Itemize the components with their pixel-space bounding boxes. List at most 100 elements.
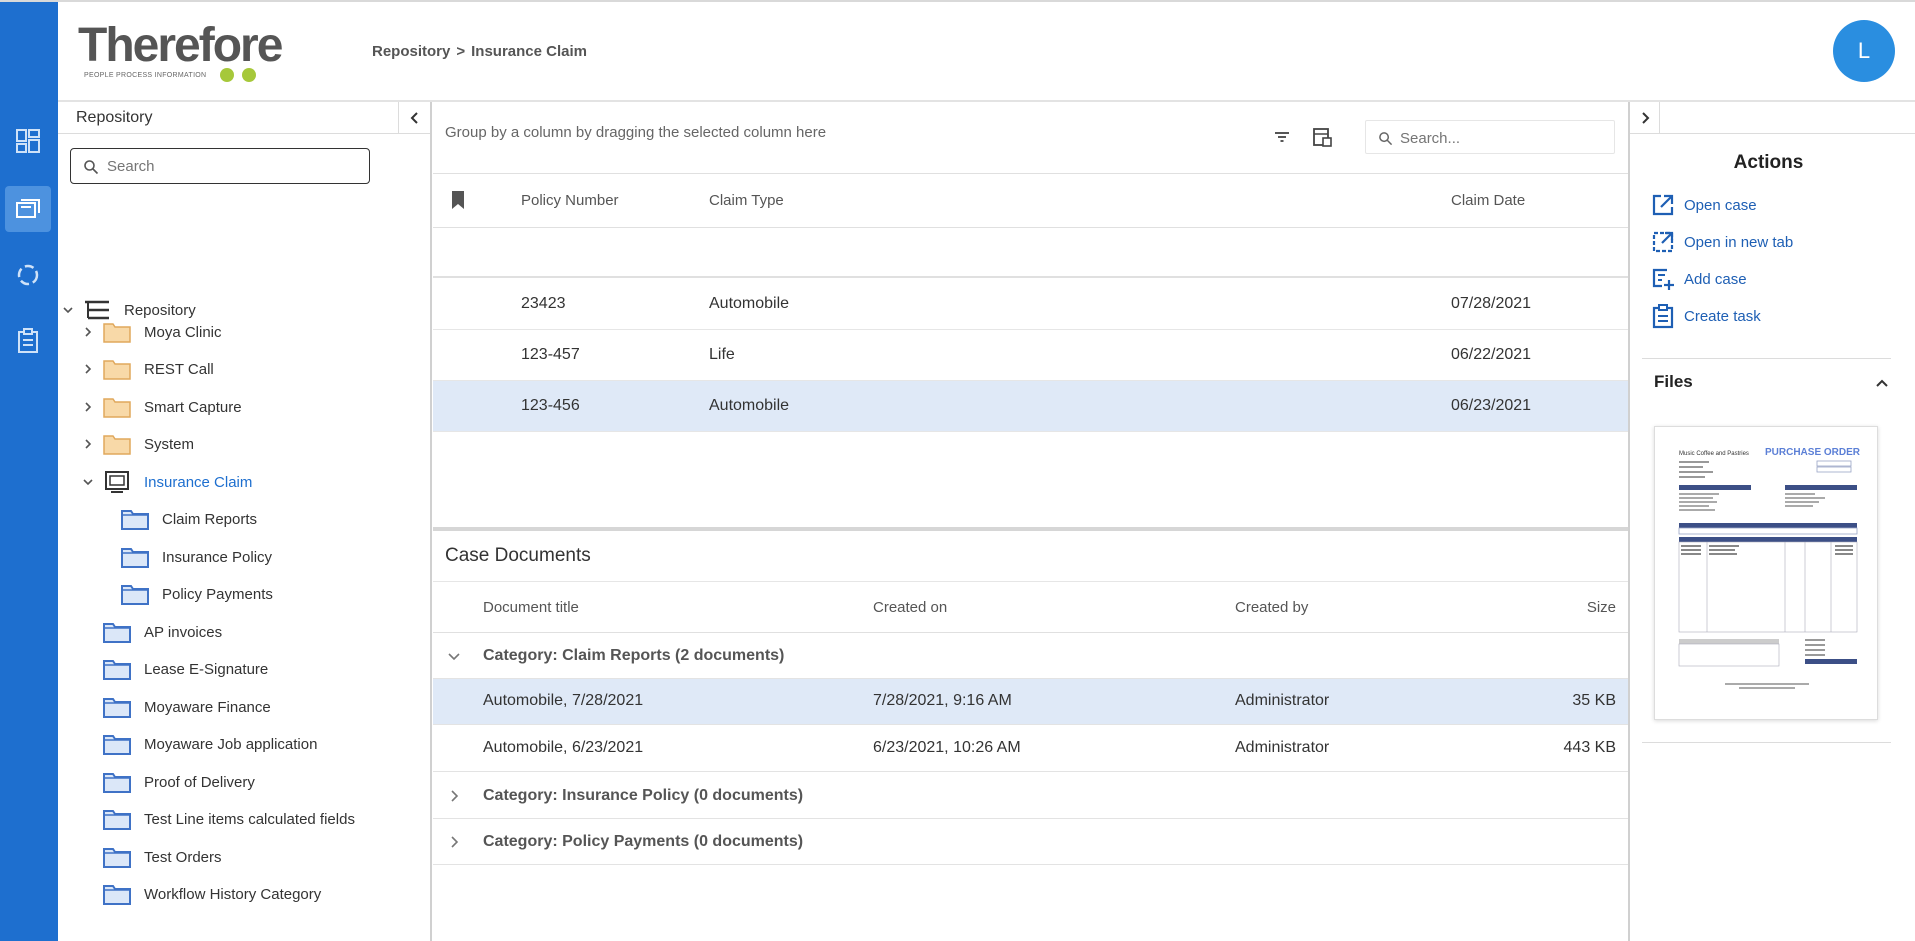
filter-icon[interactable] bbox=[1269, 124, 1295, 150]
category-folder-icon bbox=[121, 510, 149, 530]
divider bbox=[1642, 742, 1891, 743]
tree-item-insurance-claim[interactable]: Insurance Claim bbox=[78, 467, 252, 497]
category-folder-icon bbox=[103, 698, 131, 718]
tree-item-label: Test Orders bbox=[144, 848, 222, 866]
policy-number-cell: 123-456 bbox=[521, 397, 580, 414]
tasks-icon[interactable] bbox=[5, 318, 51, 364]
tree-item-label: Workflow History Category bbox=[144, 885, 322, 903]
add-case-button[interactable]: Add case bbox=[1650, 264, 1747, 294]
tree-item-moya-clinic[interactable]: Moya Clinic bbox=[78, 317, 222, 347]
details-panel: Actions Open case Open in new tab Add ca… bbox=[1628, 102, 1915, 941]
category-folder-icon bbox=[103, 810, 131, 830]
tree-item-label: Claim Reports bbox=[162, 510, 258, 528]
chevron-right-icon[interactable] bbox=[445, 833, 463, 851]
repository-icon[interactable] bbox=[5, 186, 51, 232]
tree-item-moyaware-job-application[interactable]: Moyaware Job application bbox=[102, 729, 317, 759]
tree-item-system[interactable]: System bbox=[78, 429, 194, 459]
document-title-cell: Automobile, 6/23/2021 bbox=[483, 739, 644, 756]
dashboard-icon[interactable] bbox=[5, 118, 51, 164]
divider bbox=[1642, 358, 1891, 359]
category-folder-icon bbox=[103, 885, 131, 905]
case-row[interactable]: 23423 Automobile 07/28/2021 bbox=[433, 279, 1628, 330]
tree-item-workflow-history-category[interactable]: Workflow History Category bbox=[102, 879, 321, 909]
tree-item-test-orders[interactable]: Test Orders bbox=[102, 842, 222, 872]
case-icon bbox=[105, 471, 129, 493]
breadcrumb-repository[interactable]: Repository bbox=[372, 43, 450, 60]
tree-item-moyaware-finance[interactable]: Moyaware Finance bbox=[102, 692, 271, 722]
case-row[interactable]: 123-457 Life 06/22/2021 bbox=[433, 330, 1628, 381]
folder-icon bbox=[103, 360, 131, 380]
column-document-title[interactable]: Document title bbox=[483, 599, 579, 616]
size-cell: 35 KB bbox=[1572, 692, 1616, 709]
column-policy-number[interactable]: Policy Number bbox=[521, 192, 619, 209]
column-chooser-icon[interactable] bbox=[1309, 124, 1335, 150]
tree-item-test-line-items-calculated-fields[interactable]: Test Line items calculated fields bbox=[102, 804, 355, 834]
group-by-hint[interactable]: Group by a column by dragging the select… bbox=[445, 124, 826, 141]
chevron-down-icon[interactable] bbox=[445, 647, 463, 665]
column-size[interactable]: Size bbox=[1587, 599, 1616, 616]
open-case-button[interactable]: Open case bbox=[1650, 190, 1757, 220]
create-task-button[interactable]: Create task bbox=[1650, 301, 1761, 331]
tree-item-label: Lease E-Signature bbox=[144, 660, 269, 678]
chevron-right-icon bbox=[1641, 111, 1649, 124]
category-folder-icon bbox=[103, 848, 131, 868]
preview-company: Music Coffee and Pastries bbox=[1679, 451, 1749, 457]
grid-search-field[interactable] bbox=[1365, 120, 1615, 154]
grid-filter-row[interactable] bbox=[433, 228, 1628, 278]
document-row[interactable]: Automobile, 6/23/2021 6/23/2021, 10:26 AM… bbox=[433, 726, 1628, 772]
bookmark-icon[interactable] bbox=[451, 190, 465, 214]
chevron-right-icon[interactable] bbox=[78, 359, 98, 379]
tree-item-smart-capture[interactable]: Smart Capture bbox=[78, 392, 242, 422]
tree-item-ap-invoices[interactable]: AP invoices bbox=[102, 617, 222, 647]
column-claim-date[interactable]: Claim Date bbox=[1451, 192, 1525, 209]
file-preview-thumbnail[interactable]: Music Coffee and Pastries PURCHASE ORDER bbox=[1654, 426, 1878, 720]
app-window: Therefore PEOPLE PROCESS INFORMATION Rep… bbox=[0, 0, 1915, 941]
tree-item-label: Proof of Delivery bbox=[144, 773, 255, 791]
repository-tree-panel: Repository Repository Moya Clinic REST Ca… bbox=[58, 102, 432, 941]
chevron-right-icon[interactable] bbox=[78, 397, 98, 417]
tree-title: Repository bbox=[76, 109, 153, 126]
collapse-panel-button[interactable] bbox=[398, 102, 430, 134]
case-row[interactable]: 123-456 Automobile 06/23/2021 bbox=[433, 381, 1628, 432]
open-external-icon bbox=[1652, 194, 1674, 216]
claim-date-cell: 06/22/2021 bbox=[1451, 346, 1532, 363]
tree-item-label: Test Line items calculated fields bbox=[144, 810, 355, 828]
grid-search-input[interactable] bbox=[1400, 127, 1600, 149]
chevron-right-icon[interactable] bbox=[78, 434, 98, 454]
column-claim-type[interactable]: Claim Type bbox=[709, 192, 784, 209]
chevron-right-icon[interactable] bbox=[445, 787, 463, 805]
tree-item-policy-payments[interactable]: Policy Payments bbox=[120, 579, 273, 609]
chevron-left-icon bbox=[410, 112, 418, 124]
created-on-cell: 7/28/2021, 9:16 AM bbox=[873, 692, 1012, 709]
chevron-down-icon[interactable] bbox=[58, 300, 78, 320]
workflow-icon[interactable] bbox=[5, 252, 51, 298]
tree-item-rest-call[interactable]: REST Call bbox=[78, 354, 214, 384]
chevron-right-icon[interactable] bbox=[78, 322, 98, 342]
category-group-row[interactable]: Category: Policy Payments (0 documents) bbox=[433, 819, 1628, 865]
tree-item-label: Moya Clinic bbox=[144, 323, 222, 341]
tree-item-claim-reports[interactable]: Claim Reports bbox=[120, 504, 257, 534]
tree-item-insurance-policy[interactable]: Insurance Policy bbox=[120, 542, 272, 572]
main-content: Group by a column by dragging the select… bbox=[433, 102, 1628, 941]
expand-panel-button[interactable] bbox=[1630, 102, 1660, 134]
search-icon bbox=[1379, 132, 1393, 146]
created-on-cell: 6/23/2021, 10:26 AM bbox=[873, 739, 1021, 756]
column-created-by[interactable]: Created by bbox=[1235, 599, 1308, 616]
category-group-row[interactable]: Category: Claim Reports (2 documents) bbox=[433, 633, 1628, 679]
tree-search-field[interactable] bbox=[70, 148, 370, 184]
tree-item-proof-of-delivery[interactable]: Proof of Delivery bbox=[102, 767, 255, 797]
tree-item-lease-e-signature[interactable]: Lease E-Signature bbox=[102, 654, 268, 684]
category-folder-icon bbox=[121, 585, 149, 605]
document-row[interactable]: Automobile, 7/28/2021 7/28/2021, 9:16 AM A… bbox=[433, 679, 1628, 725]
nav-rail bbox=[0, 2, 58, 941]
documents-grid-header: Document title Created on Created by Siz… bbox=[433, 581, 1628, 633]
tree-search-input[interactable] bbox=[107, 155, 357, 177]
open-in-new-tab-button[interactable]: Open in new tab bbox=[1650, 227, 1793, 257]
breadcrumb-separator: > bbox=[456, 43, 466, 60]
column-created-on[interactable]: Created on bbox=[873, 599, 947, 616]
category-folder-icon bbox=[103, 773, 131, 793]
category-group-row[interactable]: Category: Insurance Policy (0 documents) bbox=[433, 773, 1628, 819]
chevron-up-icon[interactable] bbox=[1873, 374, 1891, 392]
user-avatar[interactable]: L bbox=[1833, 20, 1895, 82]
chevron-down-icon[interactable] bbox=[78, 472, 98, 492]
